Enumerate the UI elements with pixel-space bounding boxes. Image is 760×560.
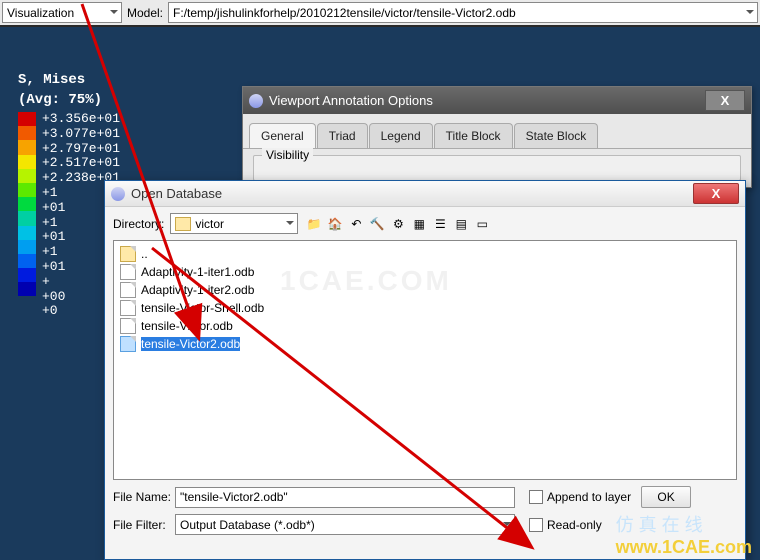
legend-title-2: (Avg: 75%) [18, 92, 120, 108]
vao-title: Viewport Annotation Options [269, 93, 433, 108]
directory-label: Directory: [113, 217, 164, 231]
filename-label: File Name: [113, 490, 175, 504]
visibility-group-label: Visibility [262, 148, 313, 162]
legend-gradient [18, 112, 36, 296]
file-item[interactable]: .. [118, 245, 732, 263]
viewport-annotation-dialog: Viewport Annotation Options X GeneralTri… [242, 86, 752, 188]
ok-button[interactable]: OK [641, 486, 691, 508]
opendb-titlebar[interactable]: Open Database X [105, 181, 745, 207]
directory-row: Directory: victor 📁 🏠 ↶ 🔨 ⚙ ▦ ☰ ▤ ▭ [105, 207, 745, 240]
watermark-cn: 仿 真 在 线 [616, 515, 703, 535]
list-icon[interactable]: ☰ [432, 216, 448, 232]
file-name: .. [141, 247, 148, 261]
folder-icon [175, 217, 191, 231]
filter-value: Output Database (*.odb*) [180, 518, 315, 532]
watermark-faint: 1CAE.COM [280, 265, 452, 297]
tab-title-block[interactable]: Title Block [434, 123, 513, 148]
grid1-icon[interactable]: ▦ [411, 216, 427, 232]
directory-value: victor [195, 217, 224, 231]
file-item[interactable]: tensile-Victor-Shell.odb [118, 299, 732, 317]
file-icon [120, 264, 136, 280]
folder-back-icon[interactable]: 📁 [306, 216, 322, 232]
filter-dropdown[interactable]: Output Database (*.odb*) [175, 514, 515, 535]
vao-close-button[interactable]: X [705, 90, 745, 111]
model-label: Model: [127, 6, 163, 20]
folder-icon [120, 246, 136, 262]
vao-tabs: GeneralTriadLegendTitle BlockState Block [243, 120, 751, 149]
file-name: tensile-Victor-Shell.odb [141, 301, 264, 315]
tab-general[interactable]: General [249, 123, 316, 148]
file-name: Adaptivity-1-iter1.odb [141, 265, 254, 279]
filename-input[interactable]: "tensile-Victor2.odb" [175, 487, 515, 508]
file-item[interactable]: tensile-Victor.odb [118, 317, 732, 335]
readonly-label: Read-only [547, 518, 602, 532]
app-icon [249, 94, 263, 108]
site-watermark: 仿 真 在 线 www.1CAE.com [616, 511, 752, 558]
options-icon[interactable]: ⚙ [390, 216, 406, 232]
open-database-dialog: Open Database X Directory: victor 📁 🏠 ↶ 🔨 ⚙ ▦… [104, 180, 746, 560]
top-toolbar: Visualization Model: F:/temp/jishulinkfo… [0, 0, 760, 27]
file-item[interactable]: tensile-Victor2.odb [118, 335, 732, 353]
readonly-checkbox[interactable] [529, 518, 543, 532]
hammer-icon[interactable]: 🔨 [369, 216, 385, 232]
opendb-close-button[interactable]: X [693, 183, 739, 204]
tab-state-block[interactable]: State Block [514, 123, 599, 148]
file-name: tensile-Victor.odb [141, 319, 233, 333]
app-icon [111, 187, 125, 201]
home-icon[interactable]: 🏠 [327, 216, 343, 232]
model-path-dropdown[interactable]: F:/temp/jishulinkforhelp/2010212tensile/… [168, 2, 758, 23]
file-icon [120, 282, 136, 298]
watermark-url: www.1CAE.com [616, 537, 752, 557]
filename-value: "tensile-Victor2.odb" [180, 490, 288, 504]
opendb-title: Open Database [131, 186, 222, 201]
tab-legend[interactable]: Legend [369, 123, 433, 148]
directory-dropdown[interactable]: victor [170, 213, 298, 234]
filter-label: File Filter: [113, 518, 175, 532]
mode-dropdown[interactable]: Visualization [2, 2, 122, 23]
file-icon [120, 300, 136, 316]
tool-icon[interactable]: ↶ [348, 216, 364, 232]
file-name: Adaptivity-1-iter2.odb [141, 283, 254, 297]
append-checkbox[interactable] [529, 490, 543, 504]
file-icon [120, 336, 136, 352]
append-label: Append to layer [547, 490, 631, 504]
file-icon [120, 318, 136, 334]
file-toolbar: 📁 🏠 ↶ 🔨 ⚙ ▦ ☰ ▤ ▭ [306, 216, 490, 232]
visibility-group: Visibility [253, 155, 741, 181]
legend-title-1: S, Mises [18, 72, 120, 88]
tab-triad[interactable]: Triad [317, 123, 368, 148]
grid2-icon[interactable]: ▤ [453, 216, 469, 232]
details-icon[interactable]: ▭ [474, 216, 490, 232]
file-name: tensile-Victor2.odb [141, 337, 240, 351]
vao-titlebar[interactable]: Viewport Annotation Options X [243, 87, 751, 114]
